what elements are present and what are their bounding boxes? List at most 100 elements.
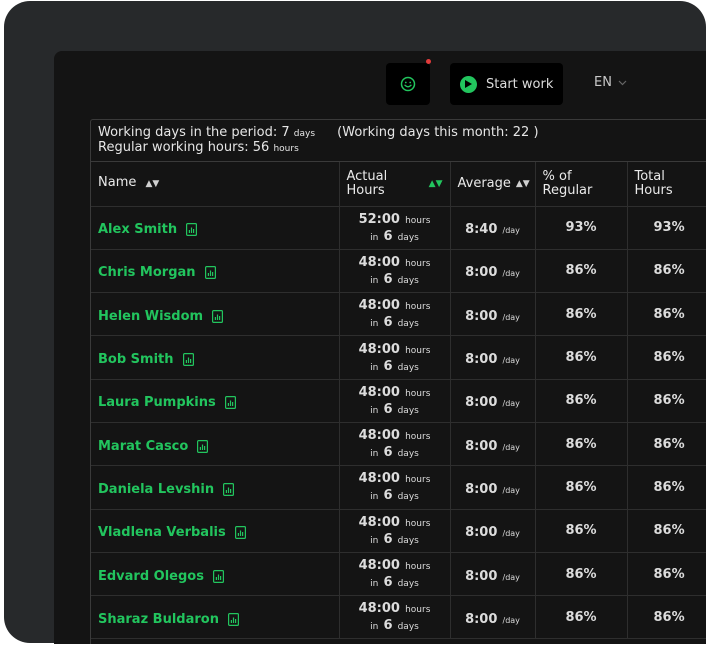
employee-name-cell: Edvard Olegos: [91, 552, 340, 597]
employee-link[interactable]: Helen Wisdom: [98, 308, 224, 324]
table-header-row: Name ▲▼ Actual Hours ▲▼ Average ▲▼ % of …: [91, 162, 706, 207]
actual-hours-cell: 52:00 hours in 6 days: [339, 206, 451, 250]
average-cell: 8:00 /day: [450, 422, 536, 467]
days-unit: days: [397, 405, 419, 416]
actual-hours-cell: 48:00 hours in 6 days: [339, 552, 451, 597]
working-days-label: Working days in the period:: [98, 125, 278, 140]
days-unit: days: [397, 535, 419, 546]
app-screen: Start work EN Working days in the period…: [54, 51, 706, 644]
report-icon[interactable]: [227, 612, 239, 626]
report-icon[interactable]: [224, 396, 236, 410]
working-days-value: 7: [281, 125, 290, 140]
employee-name: Alex Smith: [98, 222, 178, 238]
period-summary: Working days in the period: 7 days (Work…: [91, 120, 706, 162]
per-day-unit: /day: [502, 269, 520, 279]
hours-unit: hours: [405, 215, 431, 226]
employee-name-cell: Sharaz Buldaron: [91, 595, 340, 640]
sort-active-icon: ▲▼: [428, 178, 443, 189]
per-day-unit: /day: [502, 226, 520, 236]
employee-link[interactable]: Daniela Levshin: [98, 482, 235, 497]
average-cell: 8:00 /day: [450, 292, 536, 337]
days-value: 6: [383, 531, 393, 547]
employee-name: Edvard Olegos: [98, 568, 204, 584]
table-row: Vladlena Verbalis 48:00 hours in 6 days: [91, 509, 706, 553]
report-icon[interactable]: [212, 569, 224, 583]
total-hours-cell: 86%: [627, 292, 706, 337]
days-unit: days: [397, 232, 419, 243]
smiley-icon: [400, 76, 416, 92]
report-icon[interactable]: [197, 439, 209, 453]
report-icon[interactable]: [204, 266, 216, 280]
average-value: 8:00: [465, 481, 498, 497]
average-cell: 8:00 /day: [450, 509, 536, 553]
hours-unit: hours: [405, 518, 431, 529]
days-value: 6: [383, 401, 393, 417]
column-header-average[interactable]: Average ▲▼: [450, 162, 536, 207]
report-icon[interactable]: [212, 309, 224, 323]
days-unit: days: [397, 319, 419, 330]
average-value: 8:00: [465, 611, 498, 627]
percent-regular-cell: 86%: [535, 379, 628, 423]
actual-hours-cell: 48:00 hours in 6 days: [339, 422, 451, 467]
employee-name: Chris Morgan: [98, 265, 196, 281]
total-hours-cell: 86%: [627, 379, 706, 423]
employee-link[interactable]: Edvard Olegos: [98, 569, 224, 584]
percent-regular-cell: 86%: [535, 335, 628, 380]
start-work-button[interactable]: Start work: [450, 63, 563, 105]
employee-name: Vladlena Verbalis: [98, 525, 226, 541]
employee-link[interactable]: Alex Smith: [98, 222, 198, 238]
total-hours-cell: 86%: [627, 335, 706, 380]
in-label: in: [370, 622, 379, 633]
employee-name-cell: Vladlena Verbalis: [91, 509, 340, 553]
average-cell: 8:00 /day: [450, 379, 536, 423]
in-label: in: [370, 232, 379, 243]
hours-unit: hours: [405, 432, 431, 443]
in-label: in: [370, 449, 379, 460]
average-cell: 8:00 /day: [450, 249, 536, 294]
total-hours-cell: 86%: [627, 595, 706, 640]
average-cell: 8:00 /day: [450, 552, 536, 597]
table-row: Edvard Olegos 48:00 hours in 6 days 8:00…: [91, 552, 706, 597]
per-day-unit: /day: [502, 399, 520, 409]
days-value: 6: [383, 488, 393, 504]
days-value: 6: [383, 271, 393, 287]
days-unit: days: [397, 275, 419, 286]
employee-link[interactable]: Chris Morgan: [98, 265, 216, 280]
employee-link[interactable]: Laura Pumpkins: [98, 395, 236, 410]
table-row: Daniela Levshin 48:00 hours in 6 days 8:…: [91, 465, 706, 510]
employee-name: Helen Wisdom: [98, 308, 204, 324]
report-icon[interactable]: [234, 526, 246, 540]
hours-unit: hours: [405, 562, 431, 573]
employee-link[interactable]: Bob Smith: [98, 352, 194, 367]
actual-hours-cell: 48:00 hours in 6 days: [339, 292, 451, 337]
column-header-name[interactable]: Name ▲▼: [91, 162, 340, 207]
days-unit: days: [397, 362, 419, 373]
play-icon: [460, 75, 477, 93]
average-cell: 8:00 /day: [450, 465, 536, 510]
hours-unit: hours: [405, 302, 431, 313]
employee-link[interactable]: Sharaz Buldaron: [98, 612, 239, 627]
average-value: 8:00: [465, 438, 498, 454]
average-value: 8:00: [465, 352, 498, 368]
report-icon[interactable]: [182, 353, 194, 367]
employee-link[interactable]: Vladlena Verbalis: [98, 525, 246, 540]
per-day-unit: /day: [502, 312, 520, 322]
employee-name: Marat Casco: [98, 438, 189, 454]
report-icon[interactable]: [186, 223, 198, 237]
report-icon[interactable]: [223, 482, 235, 496]
language-select[interactable]: EN: [594, 75, 627, 90]
in-label: in: [370, 275, 379, 286]
actual-hours-cell: 48:00 hours in 6 days: [339, 249, 451, 294]
hours-unit: hours: [405, 605, 431, 616]
column-header-actual-hours[interactable]: Actual Hours ▲▼: [339, 162, 451, 207]
days-value: 6: [383, 228, 393, 244]
employee-name-cell: Laura Pumpkins: [91, 379, 340, 423]
sort-icon: ▲▼: [145, 179, 160, 190]
days-value: 6: [383, 575, 393, 591]
hours-unit: hours: [405, 345, 431, 356]
percent-regular-cell: 86%: [535, 249, 628, 294]
days-unit: days: [397, 579, 419, 590]
mood-button[interactable]: [386, 63, 430, 105]
employee-link[interactable]: Marat Casco: [98, 438, 209, 454]
percent-regular-cell: 86%: [535, 552, 628, 597]
